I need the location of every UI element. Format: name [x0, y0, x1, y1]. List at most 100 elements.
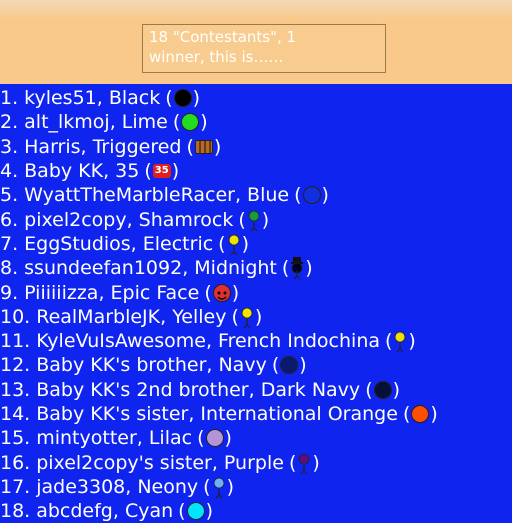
title-line-2: winner, this is…… — [149, 48, 284, 66]
contestant-number: 2. — [0, 111, 19, 134]
open-paren: ( — [281, 257, 290, 280]
contestant-label: Baby KK, 35 — [24, 160, 140, 183]
header-band: 18 "Contestants", 1 winner, this is…… — [0, 0, 512, 84]
open-paren: ( — [402, 403, 411, 425]
shamrock-figure-icon — [247, 209, 261, 232]
close-paren: ) — [430, 403, 438, 425]
contestant-number: 8. — [0, 257, 19, 280]
close-paren: ) — [321, 184, 329, 207]
contestant-label: alt_lkmoj, Lime — [24, 111, 168, 134]
contestant-label: pixel2copy, Shamrock — [24, 208, 234, 231]
close-paren: ) — [171, 160, 180, 183]
close-paren: ) — [205, 500, 213, 523]
contestant-label: RealMarbleJK, Yelley — [36, 305, 227, 328]
list-item: 5. WyattTheMarbleRacer, Blue() — [0, 183, 512, 207]
close-paren: ) — [241, 232, 250, 255]
contestant-number: 4. — [0, 160, 19, 183]
list-item: 1. kyles51, Black() — [0, 86, 512, 110]
cyan-marble-icon — [186, 502, 205, 521]
list-item: 12. Baby KK's brother, Navy() — [0, 353, 512, 377]
list-item: 3. Harris, Triggered() — [0, 135, 512, 159]
close-paren: ) — [408, 330, 416, 353]
purple-figure-icon — [297, 452, 311, 475]
contestant-label: Baby KK's sister, International Orange — [36, 403, 398, 425]
list-item: 9. Piiiiiizza, Epic Face() — [0, 280, 512, 304]
list-item: 18. abcdefg, Cyan() — [0, 499, 512, 523]
close-paren: ) — [192, 87, 201, 110]
contestant-number: 13. — [0, 378, 31, 401]
title-box: 18 "Contestants", 1 winner, this is…… — [142, 24, 386, 73]
contestant-label: jade3308, Neony — [36, 475, 199, 498]
yelley-figure-icon — [240, 306, 254, 329]
dark-navy-marble-icon — [373, 380, 392, 399]
contestant-label: abcdefg, Cyan — [36, 500, 174, 523]
list-item: 4. Baby KK, 35(35) — [0, 159, 512, 183]
contestant-label: Baby KK's brother, Navy — [36, 354, 267, 377]
close-paren: ) — [254, 305, 263, 328]
contestant-label: ssundeefan1092, Midnight — [24, 257, 277, 280]
neony-figure-icon — [212, 476, 226, 499]
close-paren: ) — [231, 281, 240, 304]
list-item: 6. pixel2copy, Shamrock() — [0, 207, 512, 232]
list-item: 14. Baby KK's sister, International Orang… — [0, 402, 512, 426]
contestant-number: 15. — [0, 427, 31, 450]
close-paren: ) — [200, 111, 208, 134]
contestant-label: pixel2copy's sister, Purple — [36, 451, 284, 474]
contestant-number: 7. — [0, 232, 19, 255]
contestant-number: 6. — [0, 208, 19, 231]
contestant-number: 12. — [0, 354, 31, 377]
open-paren: ( — [365, 378, 373, 401]
contestant-label: kyles51, Black — [24, 87, 161, 110]
header-fade — [0, 0, 512, 20]
french-indochina-figure-icon — [393, 330, 407, 353]
list-item: 10. RealMarbleJK, Yelley() — [0, 305, 512, 329]
list-item: 7. EggStudios, Electric() — [0, 232, 512, 256]
contestant-number: 3. — [0, 135, 19, 158]
lilac-marble-icon — [205, 429, 224, 448]
open-paren: ( — [231, 305, 239, 328]
open-paren: ( — [204, 281, 212, 304]
title-line-1: 18 "Contestants", 1 — [149, 28, 297, 46]
navy-marble-icon — [280, 356, 299, 375]
lime-marble-icon — [181, 113, 200, 132]
35-badge-icon: 35 — [152, 164, 171, 179]
contestant-label: Baby KK's 2nd brother, Dark Navy — [36, 378, 361, 401]
open-paren: ( — [172, 111, 181, 134]
close-paren: ) — [392, 378, 401, 401]
close-paren: ) — [224, 427, 232, 450]
close-paren: ) — [226, 475, 234, 498]
open-paren: ( — [178, 500, 186, 523]
black-marble-icon — [173, 89, 192, 108]
electric-figure-icon — [227, 233, 241, 256]
blue-marble-icon — [302, 186, 321, 205]
list-item: 2. alt_lkmoj, Lime() — [0, 110, 512, 134]
open-paren: ( — [385, 330, 393, 353]
open-paren: ( — [144, 160, 152, 183]
midnight-tophat-figure-icon — [290, 257, 304, 280]
close-paren: ) — [261, 208, 270, 231]
contestant-number: 9. — [0, 281, 19, 304]
open-paren: ( — [238, 208, 246, 231]
list-item: 15. mintyotter, Lilac() — [0, 426, 512, 450]
epic-face-marble-icon — [212, 283, 231, 302]
list-item: 16. pixel2copy's sister, Purple() — [0, 450, 512, 475]
list-item: 11. KyleVuIsAwesome, French Indochina() — [0, 329, 512, 353]
list-item: 8. ssundeefan1092, Midnight() — [0, 256, 512, 280]
triggered-marble-icon — [194, 139, 213, 154]
open-paren: ( — [294, 184, 302, 207]
list-item: 13. Baby KK's 2nd brother, Dark Navy() — [0, 378, 512, 402]
open-paren: ( — [288, 451, 297, 474]
contestant-label: KyleVuIsAwesome, French Indochina — [36, 330, 380, 353]
open-paren: ( — [271, 354, 280, 377]
contestant-number: 1. — [0, 87, 19, 110]
contestant-label: mintyotter, Lilac — [36, 427, 193, 450]
contestant-label: WyattTheMarbleRacer, Blue — [24, 184, 290, 207]
contestant-number: 17. — [0, 475, 31, 498]
open-paren: ( — [218, 232, 226, 255]
contestant-number: 18. — [0, 500, 31, 523]
close-paren: ) — [213, 135, 222, 158]
open-paren: ( — [165, 87, 173, 110]
contestant-label: Piiiiiizza, Epic Face — [24, 281, 200, 304]
open-paren: ( — [203, 475, 211, 498]
contestant-list: 1. kyles51, Black() 2. alt_lkmoj, Lime() 3. H… — [0, 86, 512, 523]
